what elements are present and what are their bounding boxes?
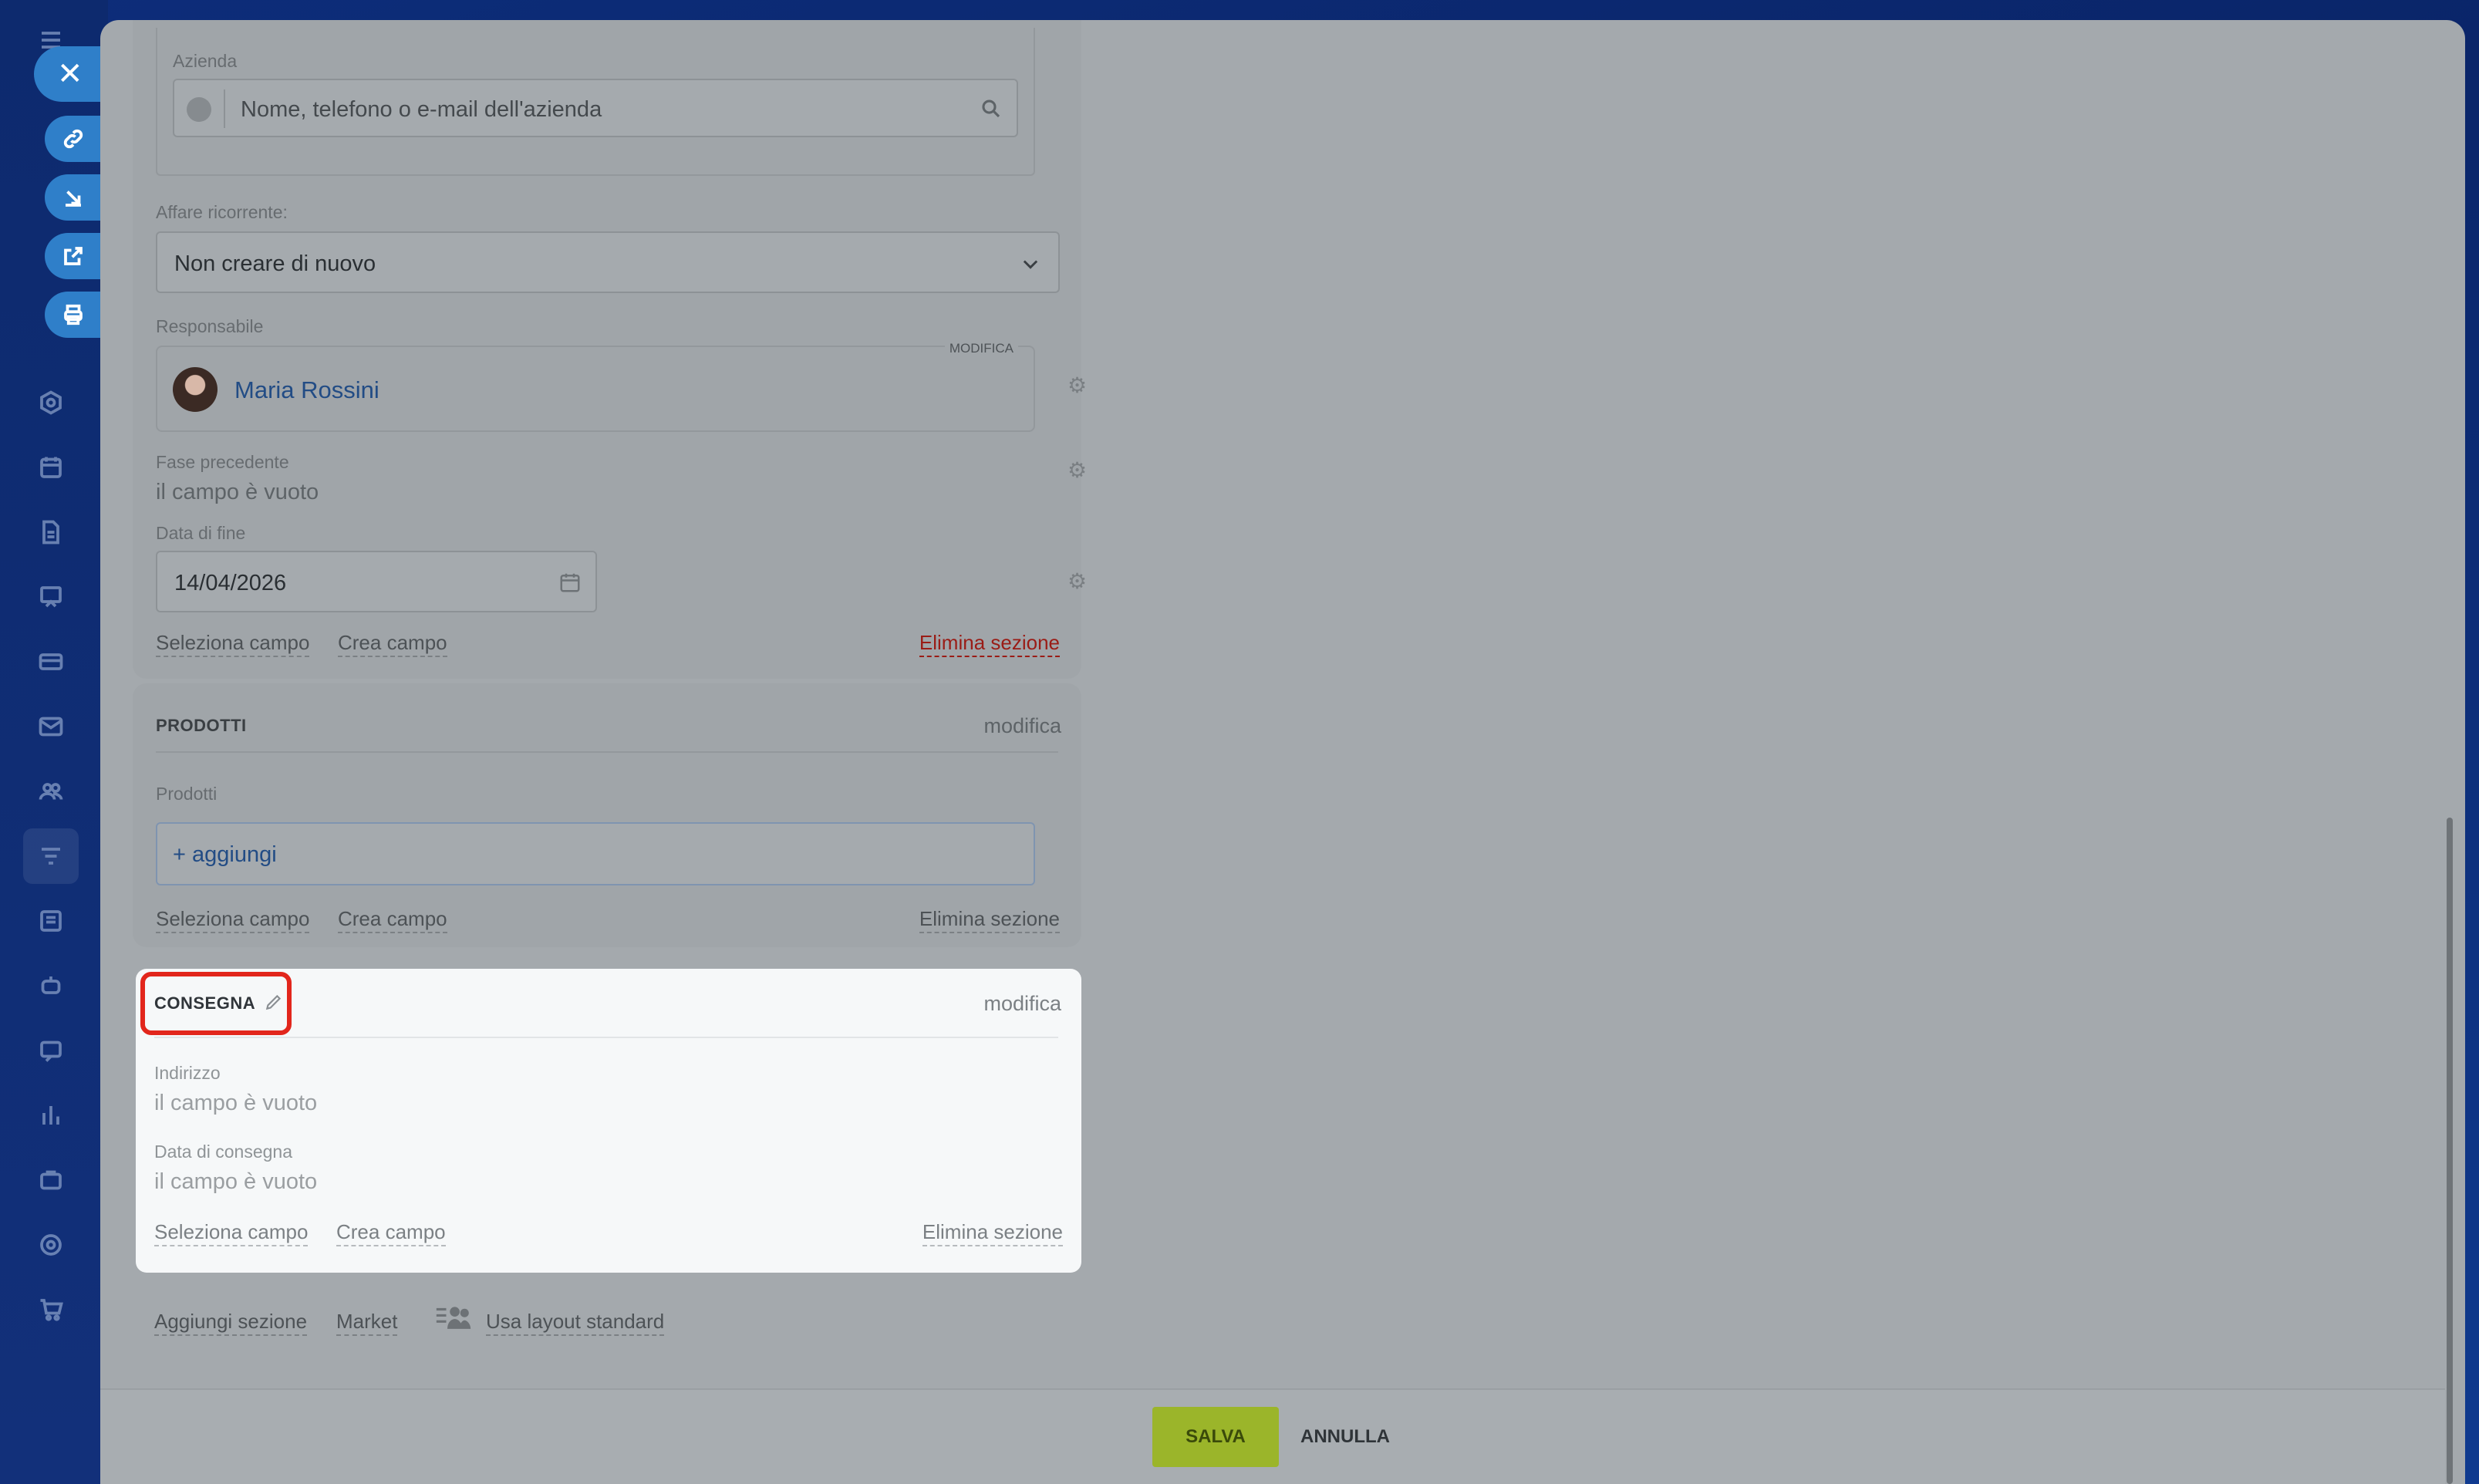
responsible-label: Responsabile [156, 316, 264, 336]
document-icon[interactable] [34, 515, 68, 549]
gear-icon[interactable]: ⚙ [1067, 571, 1089, 592]
calendar-icon[interactable] [558, 571, 582, 594]
recurring-deal-select[interactable]: Non creare di nuovo [156, 231, 1060, 293]
chat-icon[interactable] [34, 1034, 68, 1067]
avatar[interactable] [173, 367, 218, 412]
users-layout-icon [436, 1307, 471, 1329]
market-link[interactable]: Market [336, 1310, 398, 1336]
products-field-label: Prodotti [156, 784, 218, 804]
card-icon[interactable] [34, 645, 68, 679]
search-icon[interactable] [980, 97, 1003, 120]
address-label: Indirizzo [154, 1063, 221, 1083]
calendar-icon[interactable] [34, 450, 68, 484]
presentation-icon[interactable] [34, 580, 68, 614]
filter-icon[interactable] [23, 828, 79, 884]
delivery-section-card: CONSEGNA modifica Indirizzo il campo è v… [136, 969, 1081, 1273]
company-icon [187, 97, 211, 122]
create-field-link[interactable]: Crea campo [338, 907, 447, 933]
delete-section-link[interactable]: Elimina sezione [919, 907, 1060, 933]
pencil-icon[interactable] [264, 992, 284, 1012]
cart-icon[interactable] [34, 1293, 68, 1327]
add-product-link[interactable]: + aggiungi [173, 842, 277, 868]
target-icon[interactable] [34, 1228, 68, 1262]
gear-icon[interactable]: ⚙ [1067, 460, 1089, 481]
company-block: Azienda Nome, telefono o e-mail dell'azi… [156, 28, 1035, 176]
previous-stage-value: il campo è vuoto [156, 480, 319, 504]
close-slider-button[interactable]: ✕ [34, 46, 108, 102]
hexagon-icon[interactable] [34, 386, 68, 420]
delivery-date-label: Data di consegna [154, 1142, 293, 1162]
select-field-link[interactable]: Seleziona campo [154, 1220, 309, 1246]
cancel-button[interactable]: ANNULLA [1300, 1407, 1390, 1467]
recurring-deal-label: Affare ricorrente: [156, 202, 288, 222]
address-value: il campo è vuoto [154, 1091, 318, 1115]
copy-link-button[interactable] [45, 116, 108, 162]
previous-stage-label: Fase precedente [156, 452, 289, 472]
minimize-button[interactable] [45, 174, 108, 221]
delivery-date-value: il campo è vuoto [154, 1169, 318, 1194]
robot-icon[interactable] [34, 969, 68, 1003]
add-section-link[interactable]: Aggiungi sezione [154, 1310, 308, 1336]
external-link-icon [64, 247, 83, 265]
link-icon [63, 129, 83, 149]
responsible-field: MODIFICA Maria Rossini [156, 341, 1035, 432]
chart-icon[interactable] [34, 1098, 68, 1132]
chevron-down-icon [1023, 260, 1038, 269]
create-field-link[interactable]: Crea campo [338, 631, 447, 657]
company-search-placeholder: Nome, telefono o e-mail dell'azienda [241, 97, 602, 122]
end-date-field[interactable]: 14/04/2026 [156, 551, 597, 612]
select-field-link[interactable]: Seleziona campo [156, 907, 310, 933]
briefcase-icon[interactable] [34, 1163, 68, 1197]
responsible-edit-link[interactable]: MODIFICA [944, 341, 1018, 356]
gear-icon[interactable]: ⚙ [1067, 375, 1089, 396]
delete-section-link[interactable]: Elimina sezione [922, 1220, 1063, 1246]
products-add-field[interactable]: + aggiungi [156, 822, 1035, 885]
products-section-card: PRODOTTI modifica Prodotti + aggiungi Se… [133, 683, 1081, 947]
save-button[interactable]: SALVA [1152, 1407, 1279, 1467]
recurring-deal-value: Non creare di nuovo [174, 251, 376, 276]
create-field-link[interactable]: Crea campo [336, 1220, 446, 1246]
main-section-card: Azienda Nome, telefono o e-mail dell'azi… [133, 20, 1087, 679]
end-date-label: Data di fine [156, 523, 246, 543]
close-icon: ✕ [57, 57, 83, 91]
scrollbar[interactable] [2447, 818, 2453, 1484]
delete-section-link[interactable]: Elimina sezione [919, 631, 1060, 657]
open-new-window-button[interactable] [45, 233, 108, 279]
print-button[interactable] [45, 292, 108, 338]
products-section-title: PRODOTTI [156, 716, 247, 735]
company-label: Azienda [173, 51, 238, 71]
printer-icon [64, 304, 83, 325]
use-standard-layout-link[interactable]: Usa layout standard [486, 1310, 665, 1336]
footer-bar: SALVA ANNULLA [100, 1388, 2445, 1484]
end-date-value: 14/04/2026 [174, 571, 287, 595]
company-search-field[interactable]: Nome, telefono o e-mail dell'azienda [173, 79, 1018, 137]
deal-slider-panel: Azienda Nome, telefono o e-mail dell'azi… [100, 20, 2465, 1484]
mail-icon[interactable] [34, 710, 68, 744]
products-edit-link[interactable]: modifica [983, 714, 1061, 738]
select-field-link[interactable]: Seleziona campo [156, 631, 310, 657]
delivery-edit-link[interactable]: modifica [983, 992, 1061, 1016]
delivery-section-title: CONSEGNA [154, 993, 256, 1013]
minimize-icon [66, 191, 81, 207]
users-icon[interactable] [34, 774, 68, 808]
responsible-name-link[interactable]: Maria Rossini [234, 376, 379, 404]
board-icon[interactable] [34, 904, 68, 938]
